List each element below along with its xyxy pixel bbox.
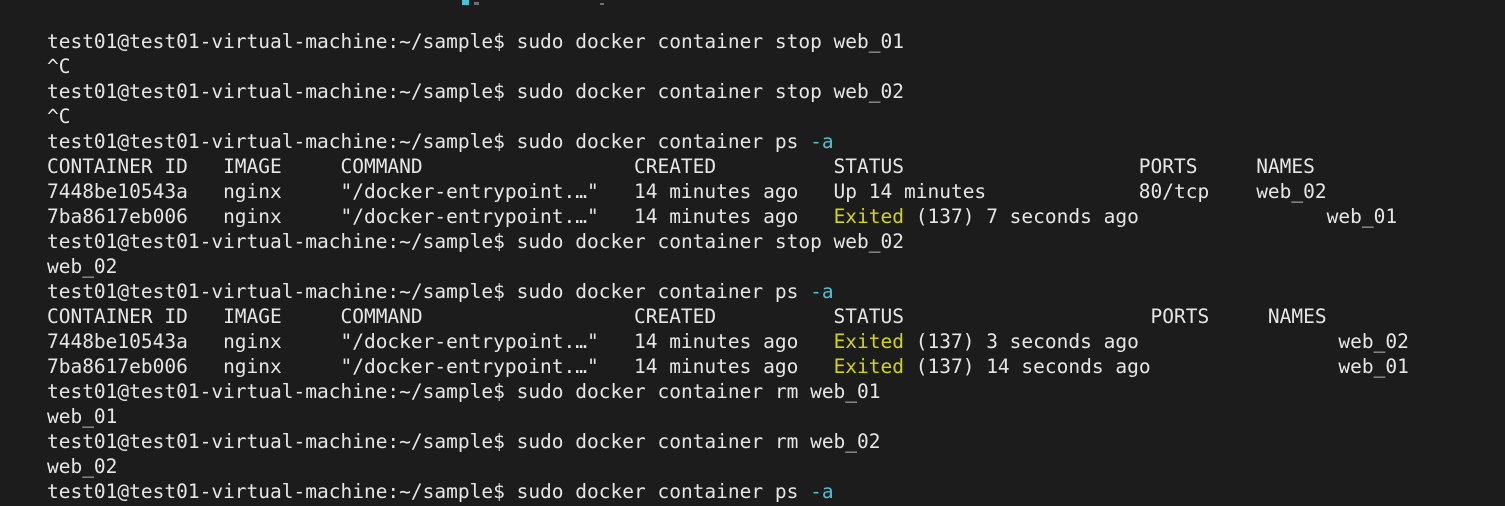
shell-prompt: test01@test01-virtual-machine:~/sample$ bbox=[46, 80, 517, 103]
shell-command: sudo docker container stop web_02 bbox=[516, 230, 904, 253]
terminal-window[interactable]: test01@test01-virtual-machine:~/sample$ … bbox=[0, 0, 1505, 506]
table-row-suffix: (137) 7 seconds ago web_01 bbox=[904, 205, 1398, 228]
table-row-suffix: (137) 14 seconds ago web_01 bbox=[904, 355, 1409, 378]
shell-command: sudo docker container rm web_02 bbox=[516, 430, 881, 453]
shell-prompt: test01@test01-virtual-machine:~/sample$ bbox=[46, 30, 517, 53]
shell-command: sudo docker container rm web_01 bbox=[516, 380, 881, 403]
shell-command: sudo docker container stop web_01 bbox=[516, 30, 904, 53]
shell-command: sudo docker container stop web_02 bbox=[516, 80, 904, 103]
docker-ps-table-header: CONTAINER ID IMAGE COMMAND CREATED STATU… bbox=[0, 479, 869, 506]
